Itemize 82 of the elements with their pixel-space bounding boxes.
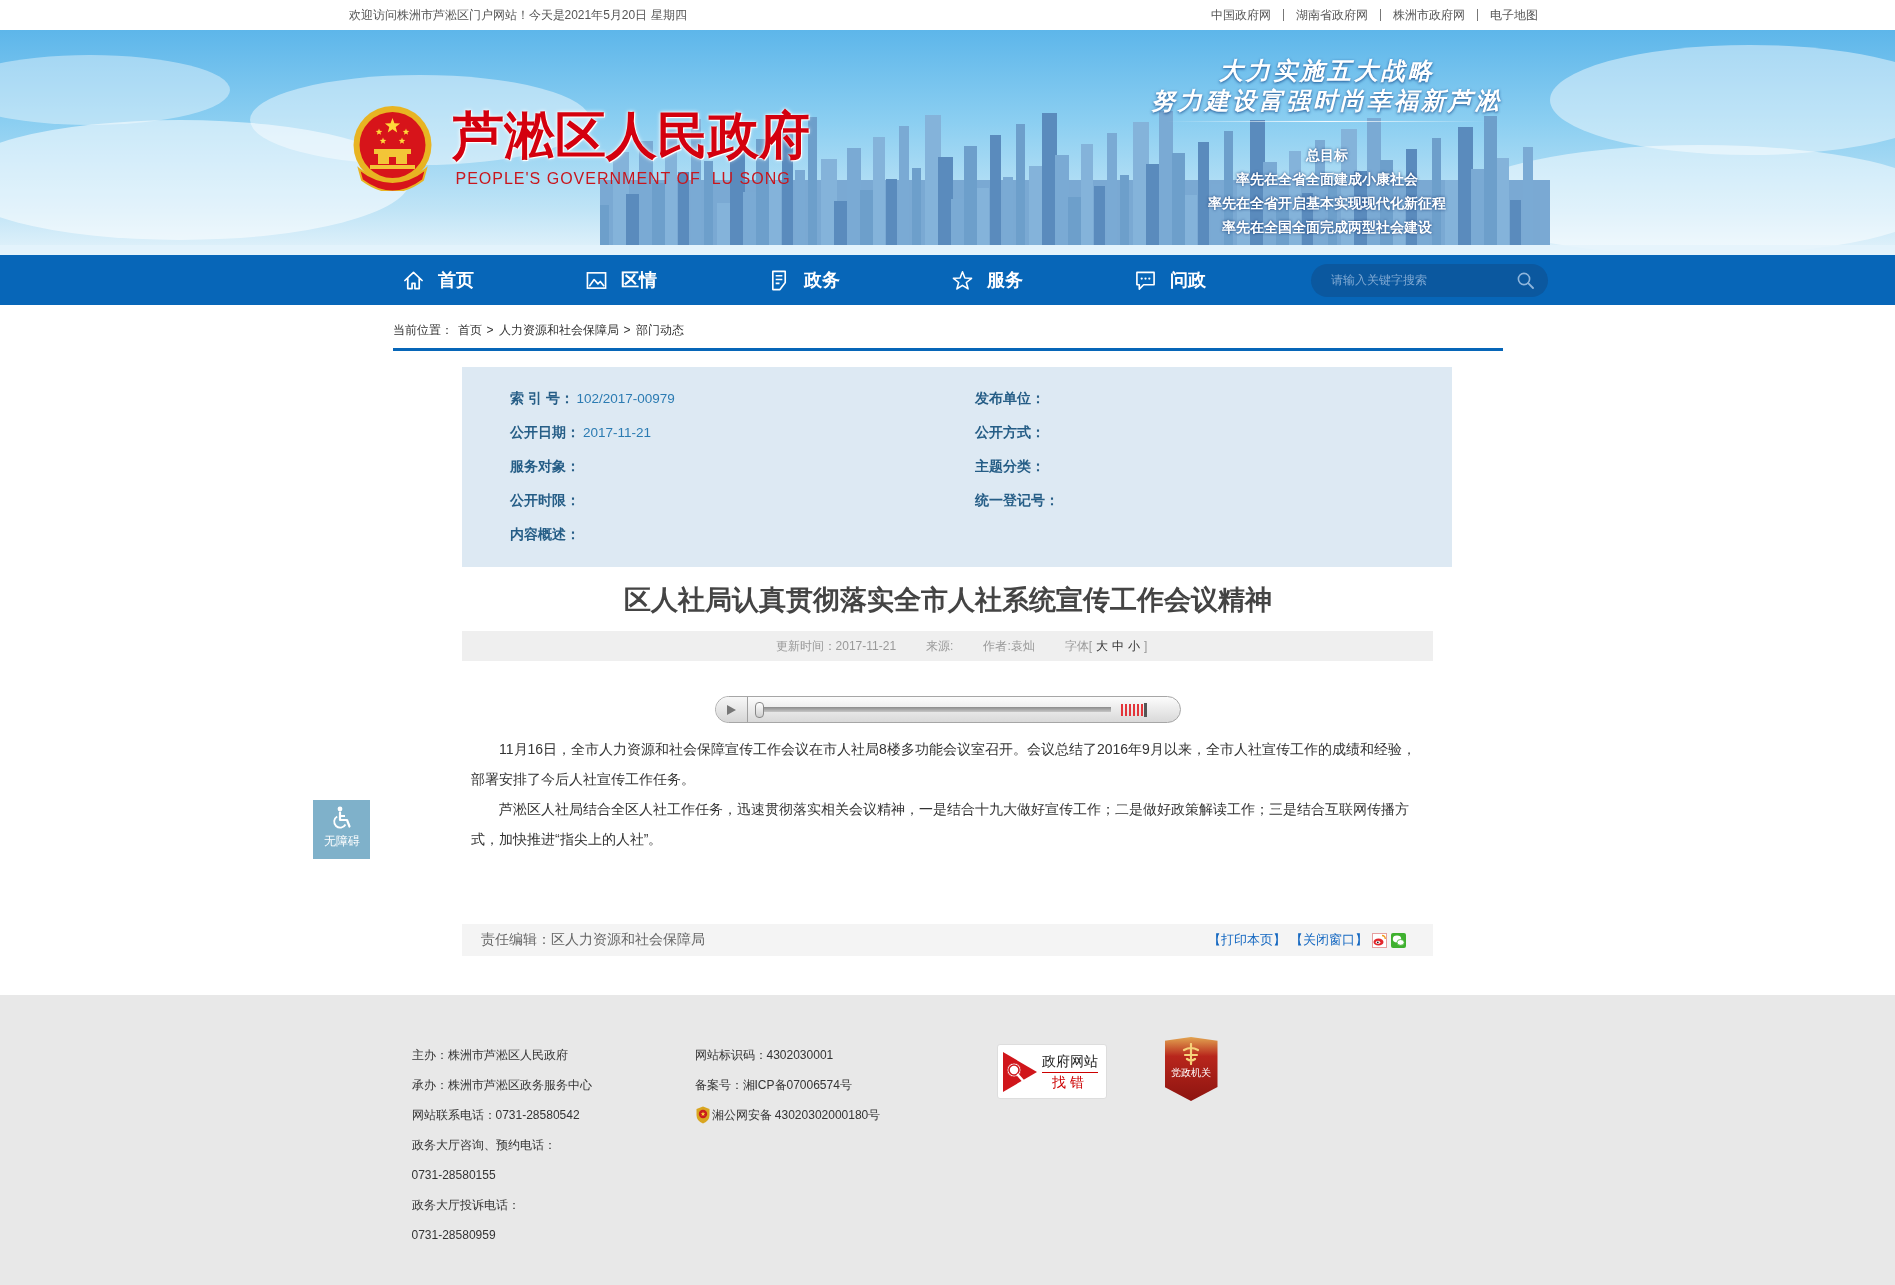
- print-page-link[interactable]: 【打印本页】: [1208, 931, 1286, 949]
- breadcrumb-label: 当前位置：: [392, 322, 453, 339]
- footer-text: 主办：株洲市芦淞区人民政府: [411, 1047, 569, 1064]
- emblem-mark-icon: [1180, 1043, 1202, 1065]
- top-link[interactable]: 电子地图: [1489, 6, 1538, 24]
- breadcrumb-separator: >: [486, 322, 494, 339]
- top-link[interactable]: 株洲市政府网: [1392, 6, 1465, 24]
- breadcrumb-link[interactable]: 首页: [457, 321, 482, 339]
- footer-text: 备案号：湘ICP备07006574号: [694, 1077, 853, 1094]
- source-label: 来源:: [926, 637, 954, 655]
- welcome-text: 欢迎访问株洲市芦淞区门户网站！今天是2021年5月20日 星期四: [348, 6, 687, 24]
- magnifier-icon: [1001, 1049, 1038, 1094]
- picture-icon: [585, 269, 607, 291]
- update-time: 更新时间：2017-11-21: [775, 637, 897, 655]
- footer-text: 网站联系电话：0731-28580542: [411, 1107, 581, 1124]
- field-label: 公开时限：: [510, 493, 580, 508]
- search-field[interactable]: 请输入关键字搜索: [1310, 263, 1548, 297]
- breadcrumb-link[interactable]: 部门动态: [635, 321, 684, 339]
- police-badge-icon: [694, 1106, 711, 1124]
- footer-text: 承办：株洲市芦淞区政务服务中心: [411, 1077, 593, 1094]
- font-size-option[interactable]: 中: [1112, 637, 1125, 655]
- field-label: 公开日期：: [510, 425, 580, 440]
- play-button[interactable]: [715, 697, 748, 722]
- footer-text: 0731-28580959: [411, 1227, 497, 1244]
- chat-icon: [1134, 269, 1156, 291]
- article-paragraph: 11月16日，全市人力资源和社会保障宣传工作会议在市人社局8楼多功能会议室召开。会议总结了2016年9月以来，全市人社宣传工作的成绩和经验，部署安排了今后人社宣传工作任务。: [471, 740, 1417, 789]
- error-report-badge[interactable]: 政府网站 找错: [996, 1044, 1107, 1099]
- home-icon: [402, 269, 424, 291]
- wheelchair-icon: [330, 806, 353, 830]
- slogan-text: 努力建设富强时尚幸福新芦淞: [1151, 86, 1502, 116]
- field-label: 主题分类：: [975, 459, 1045, 474]
- badge-label: 党政机关: [1171, 1067, 1211, 1079]
- nav-link[interactable]: 政务: [768, 268, 840, 292]
- close-window-link[interactable]: 【关闭窗口】: [1290, 931, 1368, 949]
- nav-link[interactable]: 服务: [951, 268, 1023, 292]
- font-size-label: 字体[: [1064, 637, 1093, 655]
- volume-handle[interactable]: [1143, 702, 1147, 717]
- field-label: 发布单位：: [975, 391, 1045, 406]
- article-title: 区人社局认真贯彻落实全市人社系统宣传工作会议精神: [622, 584, 1273, 617]
- footer-text: 政务大厅咨询、预约电话：: [411, 1137, 557, 1154]
- play-icon: [726, 704, 736, 715]
- goal-text: 率先在全国全面完成两型社会建设: [1221, 218, 1432, 237]
- field-value: 102/2017-00979: [576, 391, 675, 406]
- goal-text: 率先在全省全面建成小康社会: [1235, 170, 1418, 189]
- font-size-bracket: ]: [1144, 639, 1148, 653]
- nav-link[interactable]: 问政: [1134, 268, 1206, 292]
- article-paragraph: 芦淞区人社局结合全区人社工作任务，迅速贯彻落实相关会议精神，一是结合十九大做好宣传工作；二是做好政策解读工作；三是结合互联网传播方式，加快推进“指尖上的人社”。: [471, 800, 1410, 849]
- nav-link[interactable]: 区情: [585, 268, 657, 292]
- star-icon: [951, 269, 973, 291]
- field-label: 统一登记号：: [975, 493, 1059, 508]
- nav-link[interactable]: 首页: [402, 268, 474, 292]
- search-icon[interactable]: [1516, 271, 1534, 289]
- field-label: 内容概述：: [510, 527, 580, 542]
- font-size-option[interactable]: 大: [1096, 637, 1109, 655]
- top-link[interactable]: 湖南省政府网: [1295, 6, 1368, 24]
- field-label: 公开方式：: [975, 425, 1045, 440]
- field-label: 服务对象：: [510, 459, 580, 474]
- slogan-text: 大力实施五大战略: [1218, 56, 1435, 86]
- goal-heading: 总目标: [1305, 146, 1348, 165]
- top-link[interactable]: 中国政府网: [1210, 6, 1271, 24]
- party-badge[interactable]: 党政机关: [1164, 1037, 1218, 1101]
- font-size-option[interactable]: 小: [1128, 637, 1141, 655]
- footer-text: 0731-28580155: [411, 1167, 497, 1184]
- badge-title: 政府网站: [1041, 1052, 1098, 1073]
- footer-text: 政务大厅投诉电话：: [411, 1197, 521, 1214]
- editor-credit: 责任编辑：区人力资源和社会保障局: [481, 931, 705, 949]
- footer-text: 网站标识码：4302030001: [694, 1047, 835, 1064]
- author-label: 作者:袁灿: [983, 637, 1035, 655]
- site-title: 芦淞区人民政府: [452, 107, 810, 164]
- breadcrumb-separator: >: [623, 322, 631, 339]
- field-value: 2017-11-21: [583, 425, 652, 440]
- footer-link[interactable]: 湘公网安备 43020302000180号: [711, 1100, 881, 1130]
- chat-bubbles-icon[interactable]: [1391, 932, 1406, 948]
- badge-subtitle: 找错: [1051, 1073, 1088, 1091]
- site-subtitle: PEOPLE'S GOVERNMENT OF LU SONG: [455, 168, 792, 189]
- progress-thumb[interactable]: [754, 701, 764, 718]
- field-label: 索 引 号：: [510, 391, 574, 406]
- volume-slider[interactable]: [1120, 702, 1147, 717]
- breadcrumb-link[interactable]: 人力资源和社会保障局: [498, 321, 619, 339]
- goal-text: 率先在全省开启基本实现现代化新征程: [1207, 194, 1446, 213]
- progress-track[interactable]: [754, 700, 1111, 719]
- eye-logo-icon[interactable]: [1372, 932, 1387, 948]
